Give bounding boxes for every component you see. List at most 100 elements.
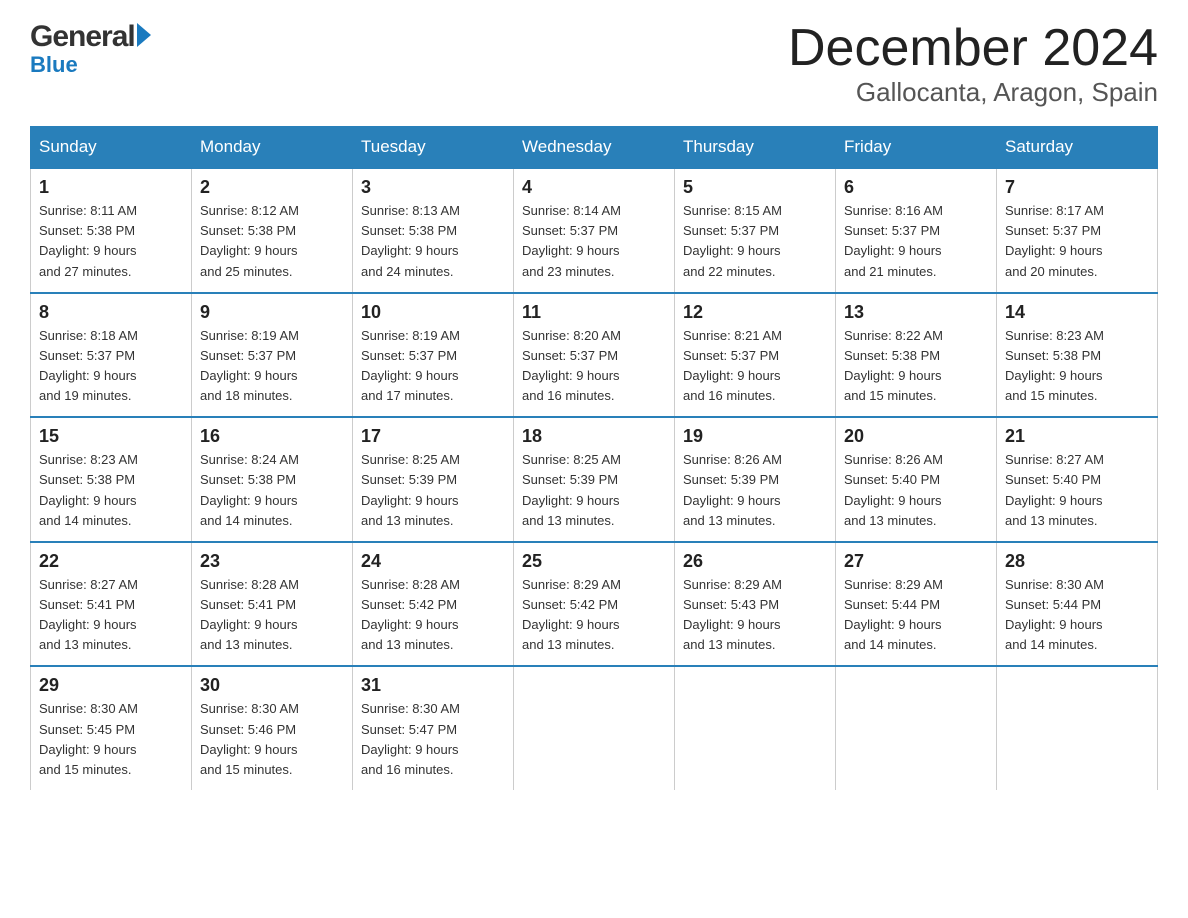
day-sunset: Sunset: 5:39 PM bbox=[361, 472, 457, 487]
day-sunrise: Sunrise: 8:26 AM bbox=[844, 452, 943, 467]
empty-cell bbox=[997, 666, 1158, 790]
day-number: 4 bbox=[522, 177, 666, 198]
day-daylight: Daylight: 9 hoursand 20 minutes. bbox=[1005, 243, 1103, 278]
day-number: 11 bbox=[522, 302, 666, 323]
day-cell-5: 5 Sunrise: 8:15 AM Sunset: 5:37 PM Dayli… bbox=[675, 168, 836, 293]
day-daylight: Daylight: 9 hoursand 13 minutes. bbox=[361, 493, 459, 528]
day-cell-12: 12 Sunrise: 8:21 AM Sunset: 5:37 PM Dayl… bbox=[675, 293, 836, 418]
day-number: 3 bbox=[361, 177, 505, 198]
day-sunrise: Sunrise: 8:11 AM bbox=[39, 203, 137, 218]
day-sunrise: Sunrise: 8:14 AM bbox=[522, 203, 621, 218]
day-daylight: Daylight: 9 hoursand 14 minutes. bbox=[39, 493, 137, 528]
logo-blue-text: Blue bbox=[30, 52, 78, 78]
day-sunrise: Sunrise: 8:29 AM bbox=[522, 577, 621, 592]
day-sunrise: Sunrise: 8:25 AM bbox=[361, 452, 460, 467]
day-cell-25: 25 Sunrise: 8:29 AM Sunset: 5:42 PM Dayl… bbox=[514, 542, 675, 667]
day-daylight: Daylight: 9 hoursand 14 minutes. bbox=[1005, 617, 1103, 652]
day-sunset: Sunset: 5:47 PM bbox=[361, 722, 457, 737]
day-sunset: Sunset: 5:38 PM bbox=[200, 223, 296, 238]
week-row-3: 15 Sunrise: 8:23 AM Sunset: 5:38 PM Dayl… bbox=[31, 417, 1158, 542]
day-cell-11: 11 Sunrise: 8:20 AM Sunset: 5:37 PM Dayl… bbox=[514, 293, 675, 418]
day-daylight: Daylight: 9 hoursand 18 minutes. bbox=[200, 368, 298, 403]
month-title: December 2024 bbox=[788, 20, 1158, 77]
day-sunrise: Sunrise: 8:24 AM bbox=[200, 452, 299, 467]
day-sunset: Sunset: 5:37 PM bbox=[522, 223, 618, 238]
col-header-monday: Monday bbox=[192, 127, 353, 169]
day-sunset: Sunset: 5:42 PM bbox=[361, 597, 457, 612]
week-row-5: 29 Sunrise: 8:30 AM Sunset: 5:45 PM Dayl… bbox=[31, 666, 1158, 790]
day-cell-8: 8 Sunrise: 8:18 AM Sunset: 5:37 PM Dayli… bbox=[31, 293, 192, 418]
day-sunset: Sunset: 5:44 PM bbox=[844, 597, 940, 612]
empty-cell bbox=[836, 666, 997, 790]
day-daylight: Daylight: 9 hoursand 25 minutes. bbox=[200, 243, 298, 278]
day-cell-23: 23 Sunrise: 8:28 AM Sunset: 5:41 PM Dayl… bbox=[192, 542, 353, 667]
day-sunrise: Sunrise: 8:30 AM bbox=[1005, 577, 1104, 592]
day-cell-6: 6 Sunrise: 8:16 AM Sunset: 5:37 PM Dayli… bbox=[836, 168, 997, 293]
day-daylight: Daylight: 9 hoursand 21 minutes. bbox=[844, 243, 942, 278]
day-sunset: Sunset: 5:41 PM bbox=[200, 597, 296, 612]
day-sunset: Sunset: 5:45 PM bbox=[39, 722, 135, 737]
day-number: 2 bbox=[200, 177, 344, 198]
day-daylight: Daylight: 9 hoursand 13 minutes. bbox=[844, 493, 942, 528]
day-sunset: Sunset: 5:38 PM bbox=[39, 472, 135, 487]
day-sunrise: Sunrise: 8:20 AM bbox=[522, 328, 621, 343]
day-daylight: Daylight: 9 hoursand 13 minutes. bbox=[39, 617, 137, 652]
day-sunset: Sunset: 5:44 PM bbox=[1005, 597, 1101, 612]
day-sunrise: Sunrise: 8:18 AM bbox=[39, 328, 138, 343]
day-cell-21: 21 Sunrise: 8:27 AM Sunset: 5:40 PM Dayl… bbox=[997, 417, 1158, 542]
day-number: 16 bbox=[200, 426, 344, 447]
day-sunset: Sunset: 5:37 PM bbox=[844, 223, 940, 238]
day-cell-9: 9 Sunrise: 8:19 AM Sunset: 5:37 PM Dayli… bbox=[192, 293, 353, 418]
day-number: 21 bbox=[1005, 426, 1149, 447]
day-daylight: Daylight: 9 hoursand 24 minutes. bbox=[361, 243, 459, 278]
day-sunset: Sunset: 5:37 PM bbox=[683, 223, 779, 238]
day-number: 15 bbox=[39, 426, 183, 447]
day-sunrise: Sunrise: 8:28 AM bbox=[200, 577, 299, 592]
day-daylight: Daylight: 9 hoursand 13 minutes. bbox=[683, 493, 781, 528]
day-sunrise: Sunrise: 8:21 AM bbox=[683, 328, 782, 343]
day-number: 20 bbox=[844, 426, 988, 447]
week-row-4: 22 Sunrise: 8:27 AM Sunset: 5:41 PM Dayl… bbox=[31, 542, 1158, 667]
day-number: 26 bbox=[683, 551, 827, 572]
day-cell-10: 10 Sunrise: 8:19 AM Sunset: 5:37 PM Dayl… bbox=[353, 293, 514, 418]
day-sunset: Sunset: 5:38 PM bbox=[361, 223, 457, 238]
empty-cell bbox=[675, 666, 836, 790]
col-header-wednesday: Wednesday bbox=[514, 127, 675, 169]
day-sunrise: Sunrise: 8:26 AM bbox=[683, 452, 782, 467]
day-sunset: Sunset: 5:40 PM bbox=[844, 472, 940, 487]
day-number: 13 bbox=[844, 302, 988, 323]
day-cell-18: 18 Sunrise: 8:25 AM Sunset: 5:39 PM Dayl… bbox=[514, 417, 675, 542]
day-number: 1 bbox=[39, 177, 183, 198]
day-cell-29: 29 Sunrise: 8:30 AM Sunset: 5:45 PM Dayl… bbox=[31, 666, 192, 790]
day-number: 24 bbox=[361, 551, 505, 572]
day-cell-22: 22 Sunrise: 8:27 AM Sunset: 5:41 PM Dayl… bbox=[31, 542, 192, 667]
day-cell-7: 7 Sunrise: 8:17 AM Sunset: 5:37 PM Dayli… bbox=[997, 168, 1158, 293]
day-daylight: Daylight: 9 hoursand 23 minutes. bbox=[522, 243, 620, 278]
day-daylight: Daylight: 9 hoursand 17 minutes. bbox=[361, 368, 459, 403]
col-header-saturday: Saturday bbox=[997, 127, 1158, 169]
day-daylight: Daylight: 9 hoursand 13 minutes. bbox=[522, 493, 620, 528]
day-cell-14: 14 Sunrise: 8:23 AM Sunset: 5:38 PM Dayl… bbox=[997, 293, 1158, 418]
page-header: General Blue December 2024 Gallocanta, A… bbox=[30, 20, 1158, 108]
day-daylight: Daylight: 9 hoursand 15 minutes. bbox=[844, 368, 942, 403]
col-header-friday: Friday bbox=[836, 127, 997, 169]
day-number: 25 bbox=[522, 551, 666, 572]
day-sunrise: Sunrise: 8:30 AM bbox=[39, 701, 138, 716]
day-cell-24: 24 Sunrise: 8:28 AM Sunset: 5:42 PM Dayl… bbox=[353, 542, 514, 667]
day-number: 27 bbox=[844, 551, 988, 572]
day-number: 10 bbox=[361, 302, 505, 323]
day-sunrise: Sunrise: 8:25 AM bbox=[522, 452, 621, 467]
empty-cell bbox=[514, 666, 675, 790]
day-cell-15: 15 Sunrise: 8:23 AM Sunset: 5:38 PM Dayl… bbox=[31, 417, 192, 542]
day-sunset: Sunset: 5:38 PM bbox=[39, 223, 135, 238]
day-sunrise: Sunrise: 8:27 AM bbox=[39, 577, 138, 592]
logo-arrow-icon bbox=[137, 23, 151, 47]
day-sunrise: Sunrise: 8:23 AM bbox=[39, 452, 138, 467]
day-sunset: Sunset: 5:37 PM bbox=[200, 348, 296, 363]
day-sunset: Sunset: 5:37 PM bbox=[1005, 223, 1101, 238]
day-number: 6 bbox=[844, 177, 988, 198]
day-number: 23 bbox=[200, 551, 344, 572]
day-sunrise: Sunrise: 8:28 AM bbox=[361, 577, 460, 592]
day-daylight: Daylight: 9 hoursand 15 minutes. bbox=[200, 742, 298, 777]
day-sunset: Sunset: 5:37 PM bbox=[522, 348, 618, 363]
